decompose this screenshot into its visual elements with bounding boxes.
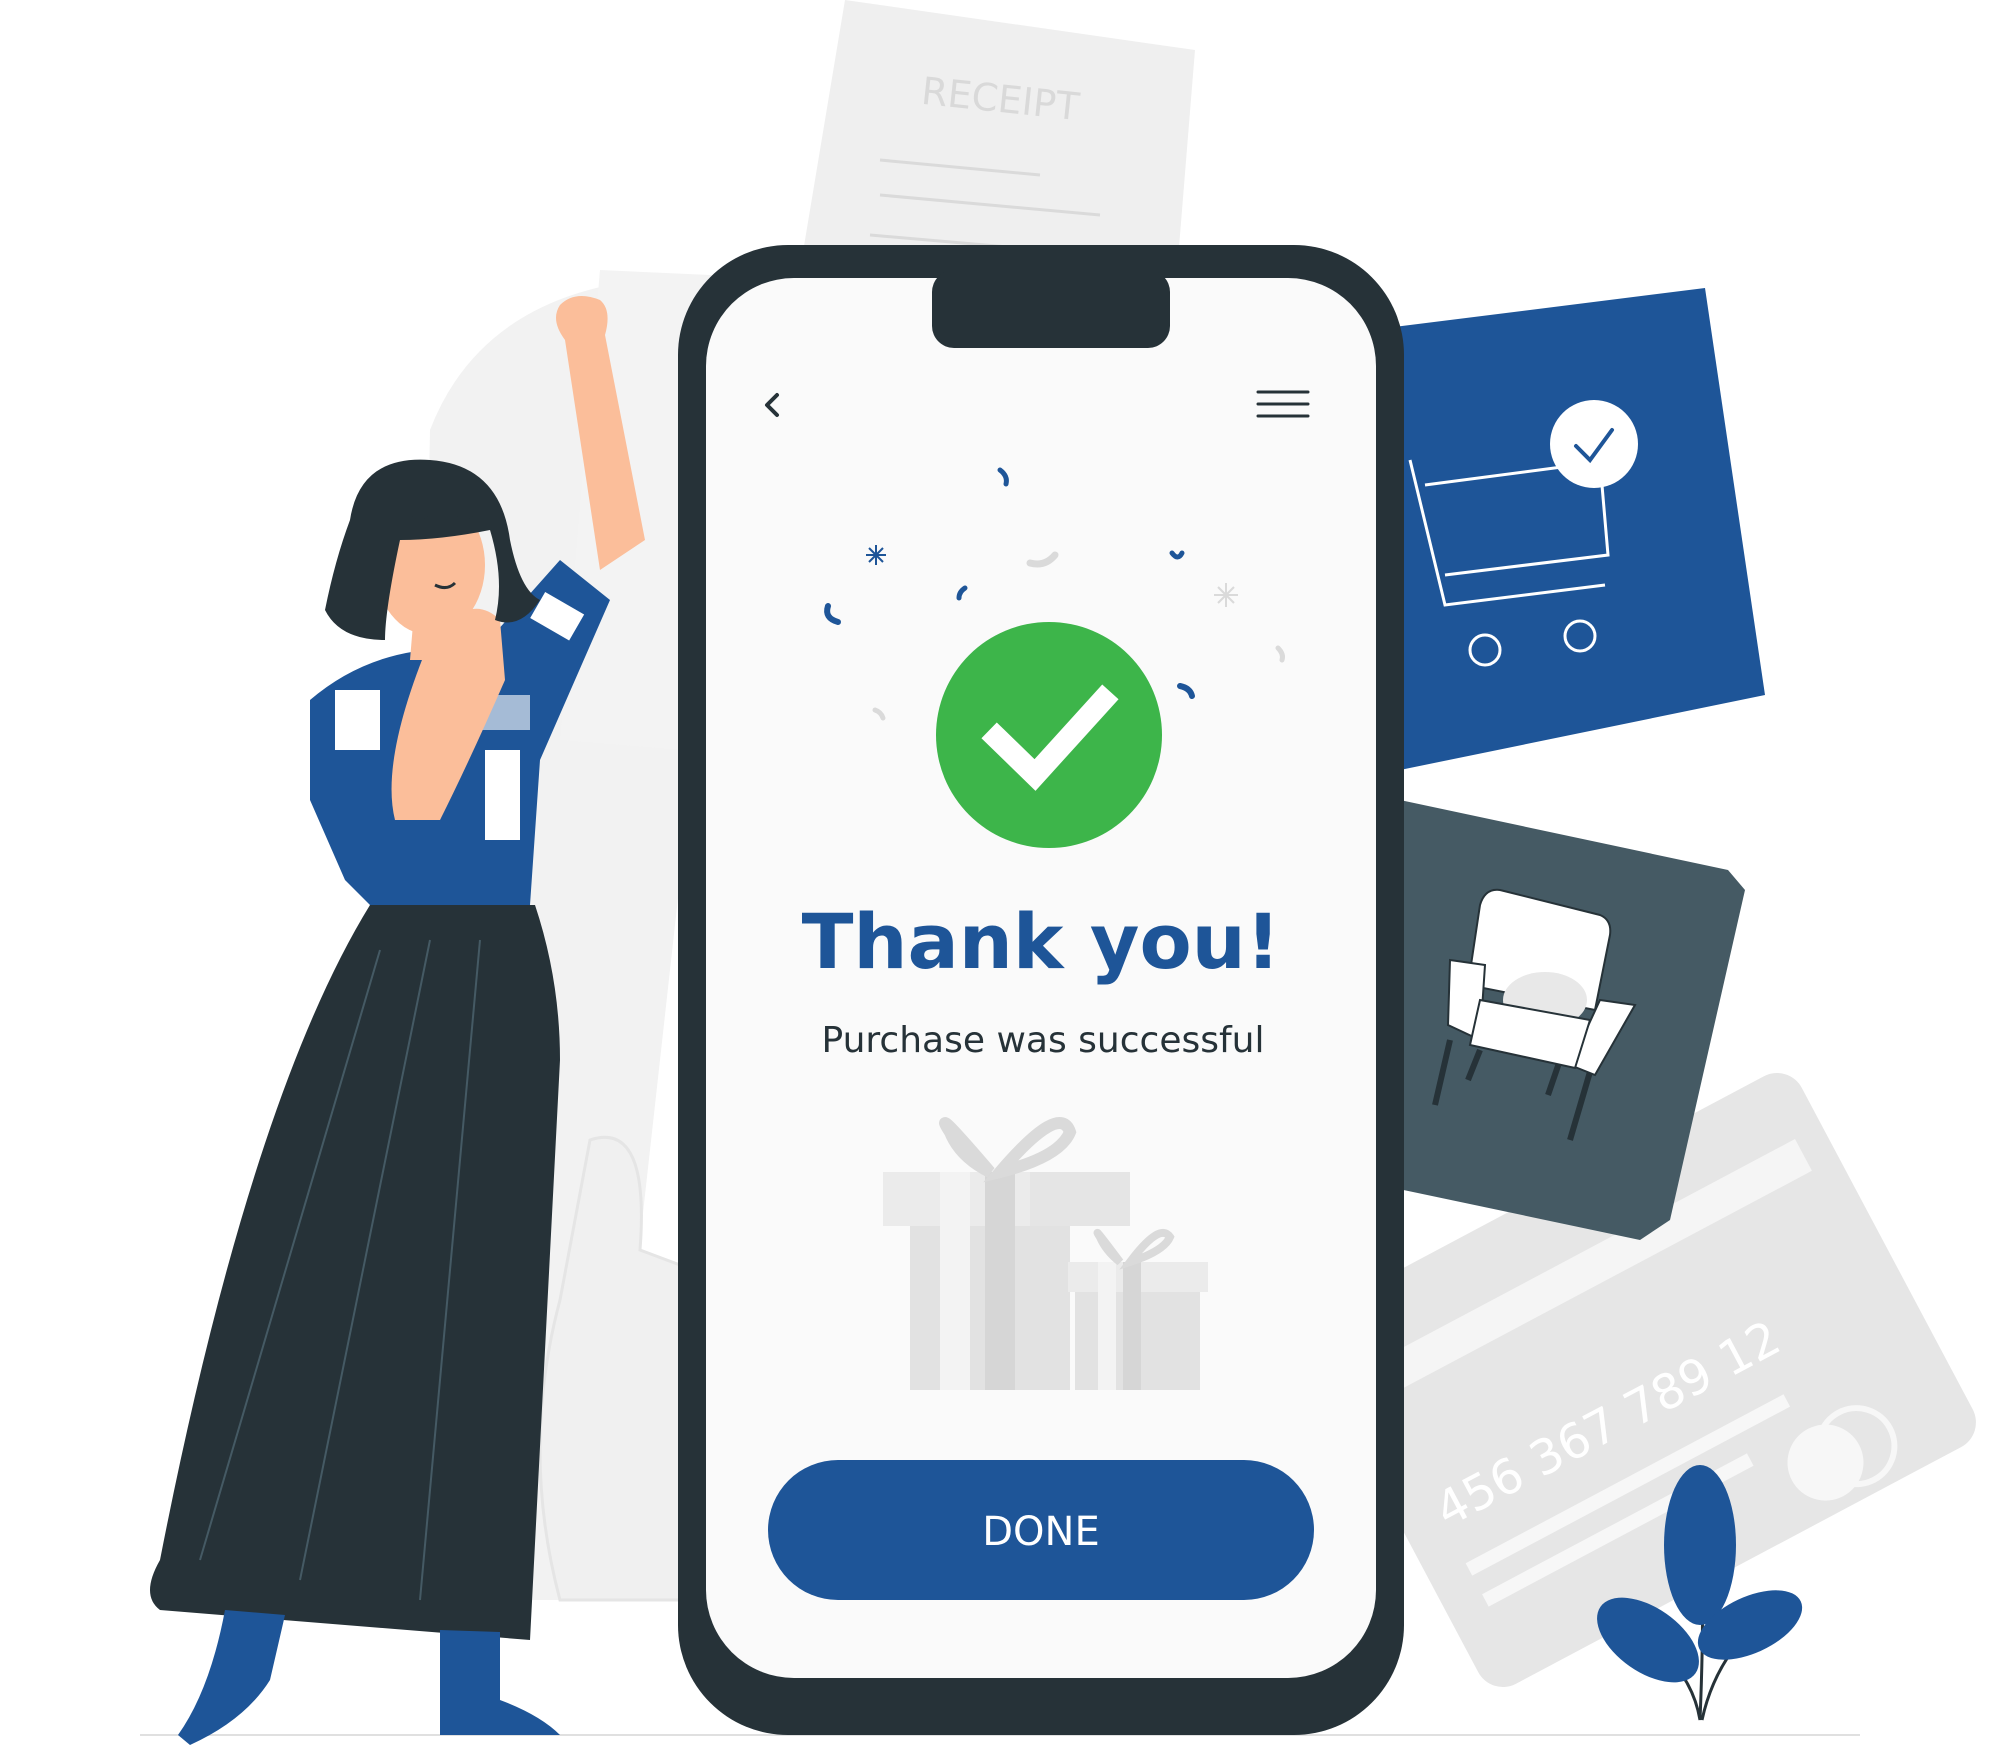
cart-card — [1370, 288, 1765, 770]
phone-notch — [932, 270, 1170, 348]
done-button[interactable]: DONE — [768, 1460, 1314, 1600]
purchase-success-illustration: RECEIPT 456 367 789 12 Thank you! Purcha… — [140, 0, 1976, 1745]
done-button-label: DONE — [982, 1509, 1099, 1555]
check-circle-icon — [936, 622, 1162, 848]
phone-mockup: Thank you! Purchase was successful DONE — [678, 245, 1404, 1735]
thank-you-title: Thank you! — [802, 897, 1281, 986]
check-badge-icon — [1550, 400, 1638, 488]
purchase-success-subtitle: Purchase was successful — [822, 1020, 1265, 1061]
